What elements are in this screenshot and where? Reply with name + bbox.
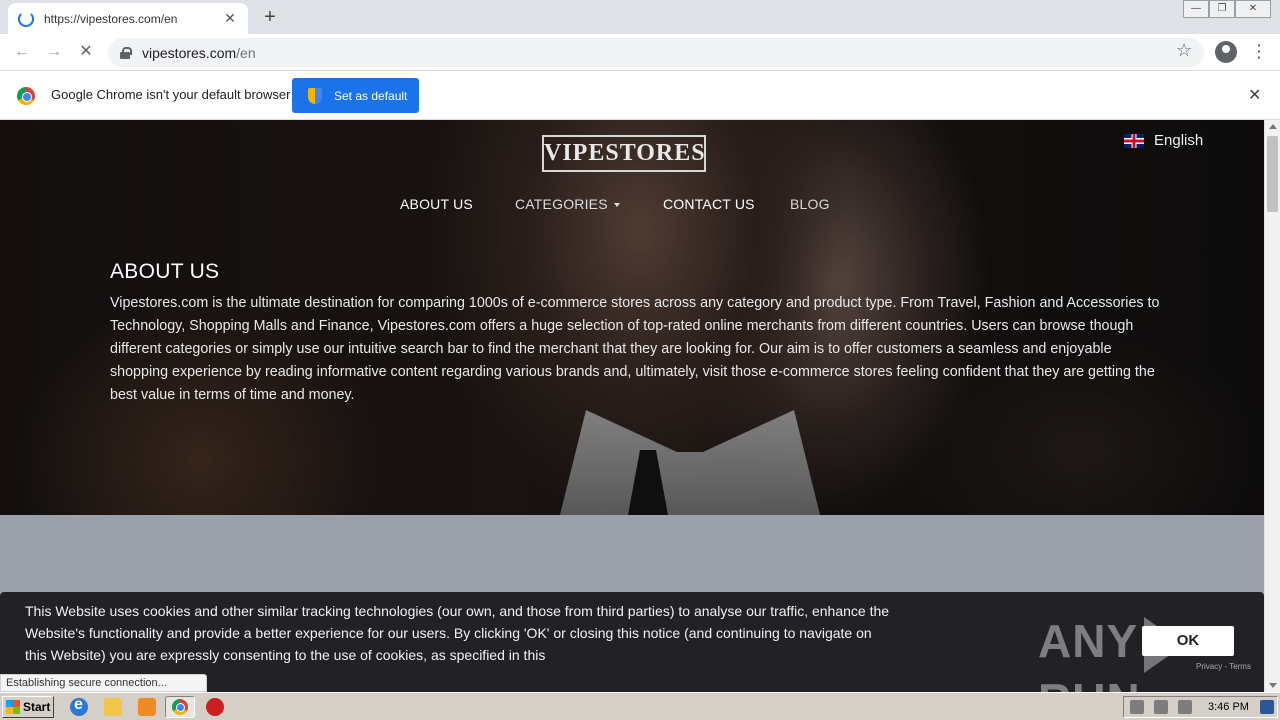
recaptcha-links[interactable]: Privacy - Terms (1196, 662, 1251, 671)
stop-icon[interactable]: ✕ (74, 40, 98, 64)
main-nav: ABOUT US CATEGORIES CONTACT US BLOG (0, 196, 1264, 216)
show-desktop-icon[interactable] (1260, 700, 1274, 714)
scroll-down-icon[interactable] (1269, 683, 1277, 688)
nav-about-us[interactable]: ABOUT US (400, 196, 473, 212)
forward-icon[interactable]: → (42, 40, 66, 64)
minimize-button[interactable]: — (1183, 0, 1209, 18)
web-page: VIPESTORES English ABOUT US CATEGORIES C… (0, 120, 1264, 692)
language-selector[interactable]: English (1124, 132, 1203, 149)
status-bubble: Establishing secure connection... (0, 674, 207, 692)
chrome-logo-icon (17, 87, 35, 105)
caret-down-icon (613, 203, 620, 208)
scroll-up-icon[interactable] (1269, 124, 1277, 129)
nav-categories[interactable]: CATEGORIES (515, 196, 620, 212)
spinner-icon (18, 10, 34, 27)
url-path: /en (236, 44, 256, 61)
infobar-close-icon[interactable]: ✕ (1248, 85, 1261, 105)
language-label: English (1154, 132, 1204, 149)
nav-contact-us[interactable]: CONTACT US (663, 196, 755, 212)
ie-icon[interactable] (70, 696, 88, 716)
close-window-button[interactable]: ✕ (1235, 0, 1271, 18)
browser-toolbar: ← → ✕ vipestores.com/en ☆ ⋮ (0, 34, 1280, 71)
taskbar: Start 3:46 PM (0, 692, 1280, 720)
stop-sign-icon[interactable] (206, 698, 224, 716)
about-text: Vipestores.com is the ultimate destinati… (110, 295, 1160, 403)
site-logo[interactable]: VIPESTORES (542, 135, 706, 172)
set-as-default-label: Set as default (334, 88, 408, 103)
about-title: ABOUT US (110, 260, 220, 283)
shield-icon (308, 87, 322, 104)
screen: https://vipestores.com/en ✕ + — ❐ ✕ ← → … (0, 0, 1280, 720)
tab-strip: https://vipestores.com/en ✕ + — ❐ ✕ (0, 0, 1280, 34)
nav-categories-label: CATEGORIES (515, 196, 608, 212)
clock[interactable]: 3:46 PM (1208, 701, 1249, 713)
flag-icon[interactable] (1178, 700, 1192, 714)
back-icon[interactable]: ← (10, 40, 34, 64)
nav-blog[interactable]: BLOG (790, 196, 830, 212)
chrome-taskbar-button[interactable] (165, 696, 195, 718)
tab-title: https://vipestores.com/en (44, 11, 178, 26)
star-icon[interactable]: ☆ (1176, 40, 1192, 61)
cookie-text: This Website uses cookies and other simi… (25, 603, 890, 663)
page-scrollbar[interactable] (1264, 120, 1280, 692)
system-tray: 3:46 PM (1123, 696, 1278, 718)
default-browser-infobar: Google Chrome isn't your default browser… (0, 71, 1280, 120)
windows-logo-icon (6, 700, 20, 714)
watermark-left: ANY (1038, 615, 1139, 667)
volume-icon[interactable] (1130, 700, 1144, 714)
set-as-default-button[interactable]: Set as default (292, 78, 419, 113)
cookie-ok-button[interactable]: OK (1142, 626, 1234, 656)
infobar-message: Google Chrome isn't your default browser (51, 87, 291, 102)
profile-icon[interactable] (1215, 41, 1237, 63)
folder-icon[interactable] (104, 698, 122, 716)
menu-icon[interactable]: ⋮ (1250, 41, 1268, 62)
new-tab-button[interactable]: + (258, 5, 282, 29)
uk-flag-icon (1124, 133, 1144, 148)
hero-section: VIPESTORES English ABOUT US CATEGORIES C… (0, 120, 1264, 515)
browser-tab[interactable]: https://vipestores.com/en ✕ (8, 3, 248, 34)
url-host: vipestores.com (142, 44, 237, 61)
start-label: Start (23, 700, 51, 714)
maximize-button[interactable]: ❐ (1209, 0, 1235, 18)
scroll-thumb[interactable] (1267, 136, 1278, 212)
address-bar[interactable]: vipestores.com/en (108, 38, 1204, 67)
media-player-icon[interactable] (138, 698, 156, 716)
lock-icon[interactable] (120, 46, 132, 59)
watermark-right: RUN (1038, 674, 1141, 692)
chrome-icon (172, 699, 188, 715)
network-icon[interactable] (1154, 700, 1168, 714)
tab-close-icon[interactable]: ✕ (222, 10, 238, 27)
start-button[interactable]: Start (2, 696, 54, 718)
